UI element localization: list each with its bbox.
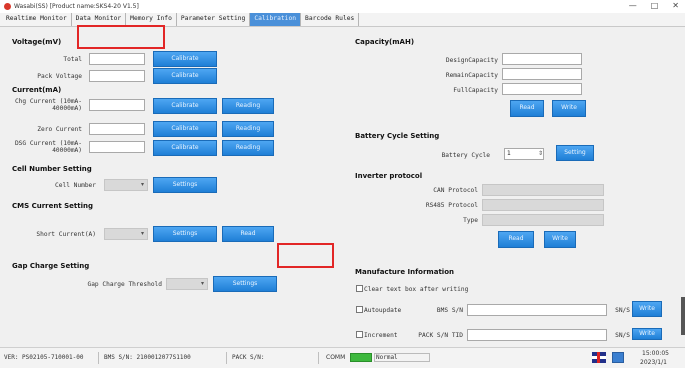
remain-capacity-label: RemainCapacity <box>445 72 498 79</box>
rs485-protocol-label: RS485 Protocol <box>425 202 478 209</box>
pack-sn-status: PACK S/N: <box>232 354 265 361</box>
vertical-scrollbar[interactable] <box>681 297 685 335</box>
battery-cycle-setting-button[interactable]: Setting <box>556 145 594 161</box>
cms-current-settings-button[interactable]: Settings <box>153 226 217 242</box>
keyboard-icon[interactable] <box>612 352 624 363</box>
zero-current-input[interactable] <box>89 123 145 135</box>
close-button[interactable]: ✕ <box>672 1 679 10</box>
cell-number-settings-button[interactable]: Settings <box>153 177 217 193</box>
read-chg-current-button[interactable]: Reading <box>222 98 274 114</box>
maximize-button[interactable]: □ <box>651 1 659 10</box>
autoupdate-label: Autoupdate <box>364 307 402 314</box>
chevron-down-icon: ▾ <box>141 230 145 237</box>
highlight-box-center <box>277 243 334 268</box>
pack-voltage-label: Pack Voltage <box>37 73 82 80</box>
can-protocol-select[interactable] <box>482 184 604 196</box>
voltage-section-title: Voltage(mV) <box>12 38 62 46</box>
comm-status-indicator <box>350 353 372 362</box>
highlight-box-tabs <box>77 25 165 49</box>
current-section-title: Current(mA) <box>12 86 62 94</box>
pack-voltage-input[interactable] <box>89 70 145 82</box>
clock-date: 2023/1/1 <box>640 359 667 366</box>
capacity-section-title: Capacity(mAH) <box>355 38 415 46</box>
comm-progress-bar <box>374 353 430 362</box>
title-bar: Wasabi(SS) [Product name:SKS4-20 V1.5] —… <box>0 0 685 13</box>
dsg-current-label: DSG Current (10mA-40000mA) <box>14 140 82 154</box>
pack-sn-write-button[interactable]: Write <box>632 328 662 340</box>
remain-capacity-input[interactable] <box>502 68 582 80</box>
battery-cycle-value: 1 <box>507 150 511 157</box>
cms-current-read-button[interactable]: Read <box>222 226 274 242</box>
spinner-arrows-icon[interactable]: ⇕ <box>538 150 543 157</box>
short-current-label: Short Current(A) <box>36 231 96 238</box>
app-icon <box>4 3 11 10</box>
increment-label: Increment <box>364 332 398 339</box>
bms-sn-input[interactable] <box>467 304 607 316</box>
window-title: Wasabi(SS) [Product name:SKS4-20 V1.5] <box>14 3 139 10</box>
status-divider <box>98 352 99 364</box>
read-dsg-current-button[interactable]: Reading <box>222 140 274 156</box>
cms-current-section-title: CMS Current Setting <box>12 202 93 210</box>
full-capacity-input[interactable] <box>502 83 582 95</box>
tab-realtime-monitor[interactable]: Realtime Monitor <box>2 13 72 26</box>
tab-calibration[interactable]: Calibration <box>250 13 302 26</box>
cell-number-section-title: Cell Number Setting <box>12 165 92 173</box>
increment-checkbox[interactable] <box>356 331 363 338</box>
chevron-down-icon: ▾ <box>201 280 205 287</box>
total-voltage-input[interactable] <box>89 53 145 65</box>
gap-charge-settings-button[interactable]: Settings <box>213 276 277 292</box>
clock-time: 15:00:05 <box>642 350 669 357</box>
manufacture-section-title: Manufacture Information <box>355 268 454 276</box>
calibrate-dsg-current-button[interactable]: Calibrate <box>153 140 217 156</box>
status-divider <box>318 352 319 364</box>
calibrate-chg-current-button[interactable]: Calibrate <box>153 98 217 114</box>
bms-sn-label: BMS S/N <box>436 307 463 314</box>
battery-cycle-section-title: Battery Cycle Setting <box>355 132 440 140</box>
chg-current-label: Chg Current (10mA-40000mA) <box>14 98 82 112</box>
type-label: Type <box>463 217 478 224</box>
inverter-section-title: Inverter protocol <box>355 172 423 180</box>
full-capacity-label: FullCapacity <box>453 87 498 94</box>
bms-sn-length-label: SN/S <box>615 307 630 314</box>
clear-after-write-checkbox[interactable] <box>356 285 363 292</box>
can-protocol-label: CAN Protocol <box>433 187 478 194</box>
pack-sn-length-label: SN/S <box>615 332 630 339</box>
inverter-read-button[interactable]: Read <box>498 231 534 248</box>
tab-barcode-rules[interactable]: Barcode Rules <box>301 13 360 26</box>
status-bar: VER: PS02105-710001-00 BMS S/N: 21000120… <box>0 347 685 368</box>
calibrate-zero-current-button[interactable]: Calibrate <box>153 121 217 137</box>
comm-label: COMM <box>326 354 346 361</box>
capacity-write-button[interactable]: Write <box>552 100 586 117</box>
zero-current-label: Zero Current <box>37 126 82 133</box>
gap-charge-section-title: Gap Charge Setting <box>12 262 90 270</box>
cell-number-label: Cell Number <box>55 182 96 189</box>
type-select[interactable] <box>482 214 604 226</box>
capacity-read-button[interactable]: Read <box>510 100 544 117</box>
total-voltage-label: Total <box>63 56 82 63</box>
minimize-button[interactable]: — <box>629 1 637 10</box>
read-zero-current-button[interactable]: Reading <box>222 121 274 137</box>
version-status: VER: PS02105-710001-00 <box>4 354 84 361</box>
chg-current-input[interactable] <box>89 99 145 111</box>
tab-parameter-setting[interactable]: Parameter Setting <box>177 13 251 26</box>
autoupdate-checkbox[interactable] <box>356 306 363 313</box>
pack-sn-input[interactable] <box>467 329 607 341</box>
dsg-current-input[interactable] <box>89 141 145 153</box>
rs485-protocol-select[interactable] <box>482 199 604 211</box>
design-capacity-label: DesignCapacity <box>445 57 498 64</box>
calibrate-total-voltage-button[interactable]: Calibrate <box>153 51 217 67</box>
calibrate-pack-voltage-button[interactable]: Calibrate <box>153 68 217 84</box>
language-flag-icon[interactable] <box>592 352 606 363</box>
inverter-write-button[interactable]: Write <box>544 231 576 248</box>
gap-charge-label: Gap Charge Threshold <box>87 281 162 288</box>
design-capacity-input[interactable] <box>502 53 582 65</box>
bms-sn-status: BMS S/N: 2100012077S1100 <box>104 354 191 361</box>
battery-cycle-label: Battery Cycle <box>441 152 490 159</box>
chevron-down-icon: ▾ <box>141 181 145 188</box>
status-divider <box>226 352 227 364</box>
bms-sn-write-button[interactable]: Write <box>632 301 662 317</box>
pack-sn-label: PACK S/N TID <box>418 332 463 339</box>
clear-after-write-label: Clear text box after writing <box>364 286 469 293</box>
